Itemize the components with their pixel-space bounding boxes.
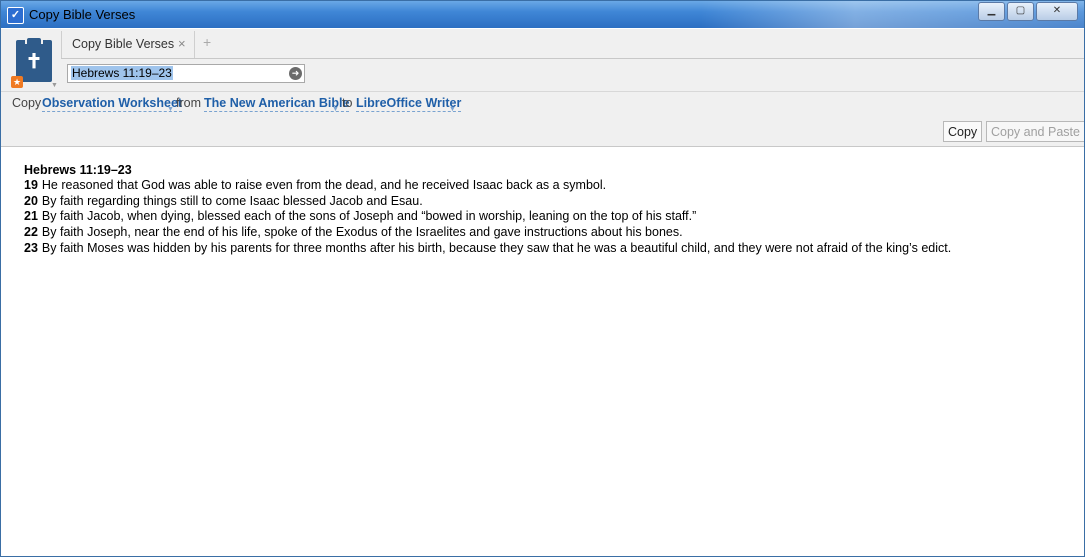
passage-reference: Hebrews 11:19–23 (24, 163, 132, 177)
close-button[interactable]: ✕ (1036, 2, 1078, 21)
tab-copy-bible-verses[interactable]: Copy Bible Verses × (61, 31, 195, 58)
star-badge-icon: ★ (11, 76, 23, 88)
verse-text: By faith regarding things still to come … (41, 193, 423, 208)
panel-header: ✝ ★ ▼ Copy Bible Verses × + Hebrews 11:1… (1, 29, 1084, 92)
verse-number: 21 (24, 209, 38, 224)
verse-text: He reasoned that God was able to raise e… (41, 178, 607, 192)
verse-number: 22 (24, 225, 38, 240)
verse-text: By faith Joseph, near the end of his lif… (41, 225, 683, 240)
content-type-dropdown[interactable]: Observation Worksheet (42, 96, 183, 112)
verse-number: 23 (24, 240, 38, 255)
title-bar[interactable]: ✓ Copy Bible Verses ▁ ▢ ✕ (1, 1, 1084, 28)
to-label: to (342, 96, 353, 110)
cross-icon: ✝ (25, 51, 43, 73)
verse-number: 20 (24, 193, 38, 208)
chevron-down-icon[interactable]: ▼ (51, 82, 58, 89)
tab-close-icon[interactable]: × (178, 36, 186, 51)
window-controls: ▁ ▢ ✕ (976, 2, 1078, 21)
app-logo-icon: ✓ (7, 7, 24, 24)
clipboard-icon (25, 36, 43, 44)
copy-options-bar: Copy Observation Worksheet ▼ from The Ne… (1, 92, 1084, 120)
verse-line: 19 He reasoned that God was able to raise… (24, 178, 951, 194)
verse-line: 23 By faith Moses was hidden by his paren… (24, 241, 951, 257)
go-arrow-icon[interactable]: ➜ (289, 67, 302, 80)
verse-text: By faith Jacob, when dying, blessed each… (41, 209, 697, 224)
target-dropdown[interactable]: LibreOffice Writer (356, 96, 462, 112)
verse-line: 20 By faith regarding things still to com… (24, 194, 951, 210)
action-bar: Copy Copy and Paste (1, 120, 1084, 147)
maximize-button[interactable]: ▢ (1007, 2, 1034, 21)
add-tab-icon[interactable]: + (203, 34, 211, 50)
chevron-down-icon: ▼ (332, 106, 339, 113)
reference-input-value: Hebrews 11:19–23 (71, 66, 173, 80)
verse-line: 22 By faith Joseph, near the end of his l… (24, 225, 951, 241)
verse-list: 19 He reasoned that God was able to raise… (24, 178, 951, 257)
verse-text: By faith Moses was hidden by his parents… (41, 240, 952, 255)
from-label: from (176, 96, 201, 110)
app-window: ✓ Copy Bible Verses ▁ ▢ ✕ ✝ ★ ▼ Copy Bib… (0, 0, 1085, 557)
window-title: Copy Bible Verses (29, 7, 136, 22)
preview-pane[interactable]: Hebrews 11:19–23 19 He reasoned that God … (1, 147, 1084, 556)
minimize-button[interactable]: ▁ (978, 2, 1005, 21)
reference-input[interactable]: Hebrews 11:19–23 (70, 66, 282, 81)
chevron-down-icon: ▼ (449, 106, 456, 113)
copy-label: Copy (12, 96, 42, 110)
tab-strip: Copy Bible Verses × + (61, 29, 1084, 59)
reference-box: Hebrews 11:19–23 ➜ (67, 64, 305, 83)
bible-dropdown[interactable]: The New American Bible (204, 96, 350, 112)
copy-and-paste-button[interactable]: Copy and Paste (986, 121, 1084, 142)
chevron-down-icon: ▼ (167, 106, 174, 113)
copy-button[interactable]: Copy (943, 121, 983, 142)
tab-label: Copy Bible Verses (72, 37, 175, 51)
verse-number: 19 (24, 178, 38, 192)
verse-line: 21 By faith Jacob, when dying, blessed ea… (24, 209, 951, 225)
